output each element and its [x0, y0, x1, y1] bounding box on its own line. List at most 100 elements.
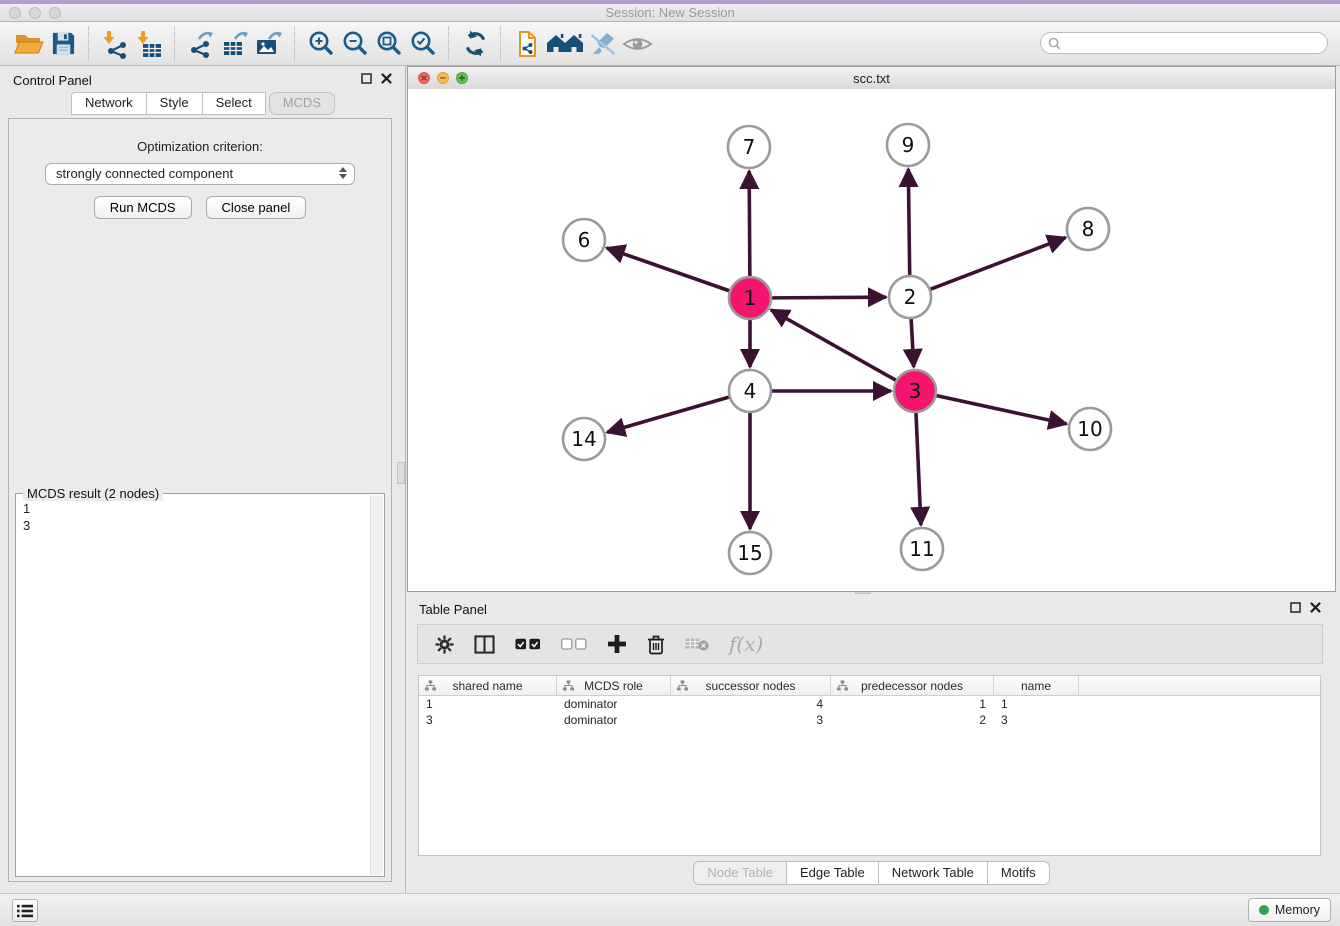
add-column-button[interactable]	[607, 634, 627, 654]
network-canvas[interactable]: 1 2 3 4 6 7 8 9 10 11 14 15	[408, 89, 1335, 591]
network-node-10[interactable]: 10	[1069, 408, 1111, 450]
memory-button[interactable]: Memory	[1248, 898, 1331, 922]
export-network-button[interactable]	[184, 27, 218, 61]
table-toolbar: f(x)	[417, 624, 1323, 664]
copy-network-button[interactable]	[510, 27, 544, 61]
close-panel-icon[interactable]	[1310, 602, 1321, 613]
tab-style[interactable]: Style	[147, 92, 203, 115]
network-node-6[interactable]: 6	[563, 219, 605, 261]
result-scrollbar[interactable]	[370, 495, 383, 875]
search-box[interactable]	[1040, 32, 1328, 54]
network-edge-1-2[interactable]	[772, 297, 886, 298]
network-node-9[interactable]: 9	[887, 124, 929, 166]
network-node-15[interactable]: 15	[729, 532, 771, 574]
tab-network-table[interactable]: Network Table	[879, 861, 988, 885]
network-node-7[interactable]: 7	[728, 126, 770, 168]
column-header-successor-nodes[interactable]: successor nodes	[671, 676, 831, 695]
network-node-8[interactable]: 8	[1067, 208, 1109, 250]
float-panel-icon[interactable]	[1290, 602, 1301, 613]
run-mcds-button[interactable]: Run MCDS	[94, 196, 192, 219]
network-edge-4-14[interactable]	[607, 397, 729, 432]
column-header-predecessor-nodes[interactable]: predecessor nodes	[831, 676, 994, 695]
network-edge-2-3[interactable]	[911, 319, 914, 367]
mcds-result-list[interactable]: 1 3	[23, 500, 366, 872]
control-panel-title: Control Panel	[13, 73, 92, 88]
delete-table-button[interactable]	[685, 637, 709, 651]
export-network-icon	[186, 29, 216, 59]
deselect-all-button[interactable]	[561, 638, 587, 650]
table-cell: 3	[994, 712, 1079, 728]
network-edge-3-10[interactable]	[936, 396, 1066, 424]
column-header-name[interactable]: name	[994, 676, 1079, 695]
network-node-2[interactable]: 2	[889, 276, 931, 318]
svg-text:14: 14	[571, 427, 596, 451]
table-row[interactable]: 1dominator411	[419, 696, 1320, 712]
memory-status-dot	[1259, 905, 1269, 915]
export-image-icon	[254, 29, 284, 59]
svg-text:10: 10	[1077, 417, 1102, 441]
import-network-icon	[100, 29, 130, 59]
column-header-shared-name[interactable]: shared name	[419, 676, 557, 695]
import-table-button[interactable]	[132, 27, 166, 61]
tab-edge-table[interactable]: Edge Table	[787, 861, 879, 885]
tab-network[interactable]: Network	[71, 92, 147, 115]
table-cell: dominator	[557, 696, 671, 712]
network-edge-3-11[interactable]	[916, 413, 921, 525]
select-all-button[interactable]	[515, 638, 541, 650]
export-image-button[interactable]	[252, 27, 286, 61]
column-namespace-icon	[677, 680, 688, 691]
network-edge-2-8[interactable]	[931, 238, 1066, 290]
vertical-splitter-handle[interactable]	[397, 462, 405, 484]
network-node-4[interactable]: 4	[729, 370, 771, 412]
zoom-out-button[interactable]	[338, 27, 372, 61]
tab-motifs[interactable]: Motifs	[988, 861, 1050, 885]
zoom-in-button[interactable]	[304, 27, 338, 61]
tab-node-table[interactable]: Node Table	[693, 861, 787, 885]
float-panel-icon[interactable]	[361, 73, 372, 84]
status-bar: Memory	[0, 893, 1340, 926]
show-graphics-details-button[interactable]	[620, 27, 654, 61]
memory-label: Memory	[1275, 903, 1320, 917]
function-builder-button[interactable]: f(x)	[729, 634, 763, 654]
network-node-14[interactable]: 14	[563, 418, 605, 460]
vertical-splitter[interactable]	[405, 66, 406, 893]
delete-column-button[interactable]	[647, 634, 665, 655]
home-overview-button[interactable]	[544, 27, 586, 61]
network-node-11[interactable]: 11	[901, 528, 943, 570]
column-header-label: MCDS role	[584, 679, 643, 693]
export-table-button[interactable]	[218, 27, 252, 61]
close-panel-button[interactable]: Close panel	[206, 196, 307, 219]
save-session-button[interactable]	[46, 27, 80, 61]
tab-select[interactable]: Select	[203, 92, 266, 115]
network-title: scc.txt	[408, 71, 1335, 86]
refresh-layout-button[interactable]	[458, 27, 492, 61]
control-panel-tabs: Network Style Select MCDS	[0, 92, 406, 115]
close-panel-icon[interactable]	[381, 73, 392, 84]
search-input[interactable]	[1066, 34, 1327, 52]
import-network-button[interactable]	[98, 27, 132, 61]
table-cell: 3	[419, 712, 557, 728]
criterion-select[interactable]: strongly connected component	[45, 163, 355, 185]
network-node-3[interactable]: 3	[894, 370, 936, 412]
open-session-button[interactable]	[12, 27, 46, 61]
network-edge-1-7[interactable]	[749, 171, 750, 276]
network-canvas-svg[interactable]: 1 2 3 4 6 7 8 9 10 11 14 15	[408, 89, 1335, 592]
split-columns-button[interactable]	[474, 635, 495, 654]
paintbrush-hide-button[interactable]	[586, 27, 620, 61]
settings-gear-button[interactable]	[435, 635, 454, 654]
control-panel: Control Panel Network Style Select MCDS …	[0, 66, 406, 893]
table-row[interactable]: 3dominator323	[419, 712, 1320, 728]
zoom-fit-button[interactable]	[372, 27, 406, 61]
network-window-titlebar[interactable]: scc.txt	[408, 67, 1335, 90]
network-edge-1-6[interactable]	[607, 248, 730, 291]
table-cell: 1	[831, 696, 994, 712]
tab-mcds[interactable]: MCDS	[269, 92, 335, 115]
gear-icon	[435, 635, 454, 654]
network-node-1[interactable]: 1	[729, 277, 771, 319]
column-header-MCDS-role[interactable]: MCDS role	[557, 676, 671, 695]
network-edge-3-1[interactable]	[771, 310, 896, 380]
zoom-selected-button[interactable]	[406, 27, 440, 61]
svg-text:15: 15	[737, 541, 762, 565]
task-history-button[interactable]	[12, 899, 38, 922]
network-edge-2-9[interactable]	[908, 169, 909, 275]
